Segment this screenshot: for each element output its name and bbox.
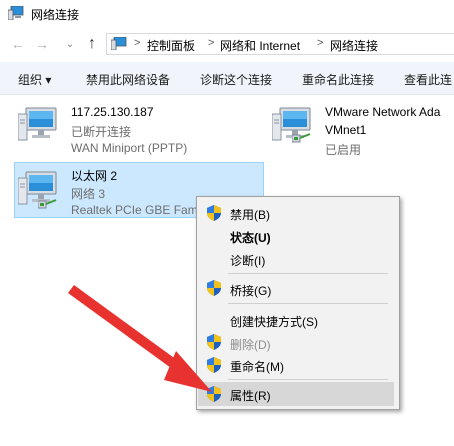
window-title: 网络连接 xyxy=(31,8,80,22)
recent-locations-icon[interactable]: ⌄ xyxy=(62,37,78,53)
menu-separator xyxy=(228,273,388,274)
breadcrumb-separator: > xyxy=(317,37,324,49)
menu-item-diagnose[interactable]: 诊断(I) xyxy=(230,252,265,269)
menu-separator xyxy=(228,379,388,380)
rename-connection-button[interactable]: 重命名此连接 xyxy=(302,71,374,88)
connection-name: VMware Network Ada xyxy=(325,105,441,119)
network-cable-icon xyxy=(38,199,57,209)
view-status-button[interactable]: 查看此连 xyxy=(404,71,452,88)
menu-item-disable[interactable]: 禁用(B) xyxy=(230,206,270,223)
uac-shield-icon xyxy=(207,280,221,296)
uac-shield-icon xyxy=(207,386,221,402)
connection-device: Realtek PCIe GBE Fam xyxy=(71,203,196,217)
menu-separator xyxy=(228,303,388,304)
breadcrumb-separator: > xyxy=(208,37,215,49)
uac-shield-icon xyxy=(207,357,221,373)
breadcrumb-control-panel[interactable]: 控制面板 xyxy=(147,37,195,54)
menu-item-delete: 删除(D) xyxy=(230,338,271,352)
connection-name: 117.25.130.187 xyxy=(71,105,154,119)
control-panel-icon xyxy=(111,37,127,50)
organize-menu-button[interactable]: 组织 ▾ xyxy=(18,71,51,88)
breadcrumb-network-internet[interactable]: 网络和 Internet xyxy=(220,37,300,54)
menu-item-rename[interactable]: 重命名(M) xyxy=(230,358,284,375)
connection-name: 以太网 2 xyxy=(71,169,118,183)
network-cable-icon xyxy=(292,133,311,143)
menu-item-highlight xyxy=(198,382,394,406)
uac-shield-icon xyxy=(207,205,221,221)
menu-item-properties[interactable]: 属性(R) xyxy=(230,387,271,404)
connection-status: 已断开连接 xyxy=(71,125,132,139)
connection-device: 已启用 xyxy=(325,143,362,157)
uac-shield-icon xyxy=(207,334,221,350)
connection-device: WAN Miniport (PPTP) xyxy=(71,141,188,155)
forward-arrow-icon[interactable]: → xyxy=(34,36,50,52)
menu-item-create-shortcut[interactable]: 创建快捷方式(S) xyxy=(230,313,318,330)
connection-status: 网络 3 xyxy=(71,187,106,201)
menu-item-bridge[interactable]: 桥接(G) xyxy=(230,282,271,299)
network-connections-icon xyxy=(8,6,24,20)
diagnose-connection-button[interactable]: 诊断这个连接 xyxy=(200,71,272,88)
breadcrumb-separator: > xyxy=(134,37,141,49)
up-arrow-icon[interactable]: ↑ xyxy=(84,36,100,52)
breadcrumb-network-connections[interactable]: 网络连接 xyxy=(330,37,378,54)
connection-status: VMnet1 xyxy=(325,123,367,137)
menu-item-status[interactable]: 状态(U) xyxy=(230,229,271,246)
back-arrow-icon[interactable]: ← xyxy=(10,36,26,52)
network-adapter-icon xyxy=(18,107,57,141)
disable-device-button[interactable]: 禁用此网络设备 xyxy=(86,71,170,88)
